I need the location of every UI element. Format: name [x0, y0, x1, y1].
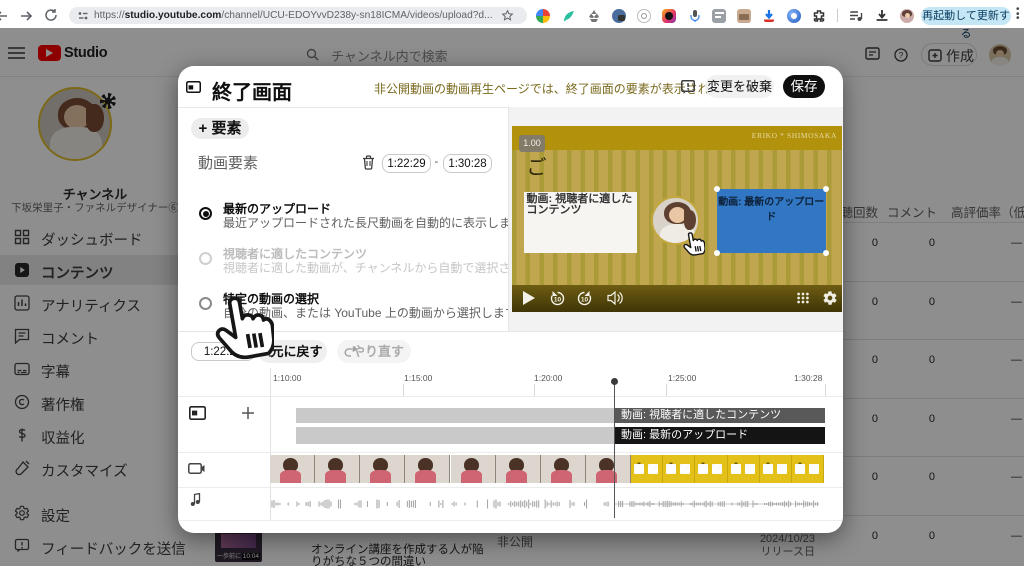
svg-text:10: 10	[553, 297, 561, 304]
svg-text:10: 10	[580, 297, 588, 304]
